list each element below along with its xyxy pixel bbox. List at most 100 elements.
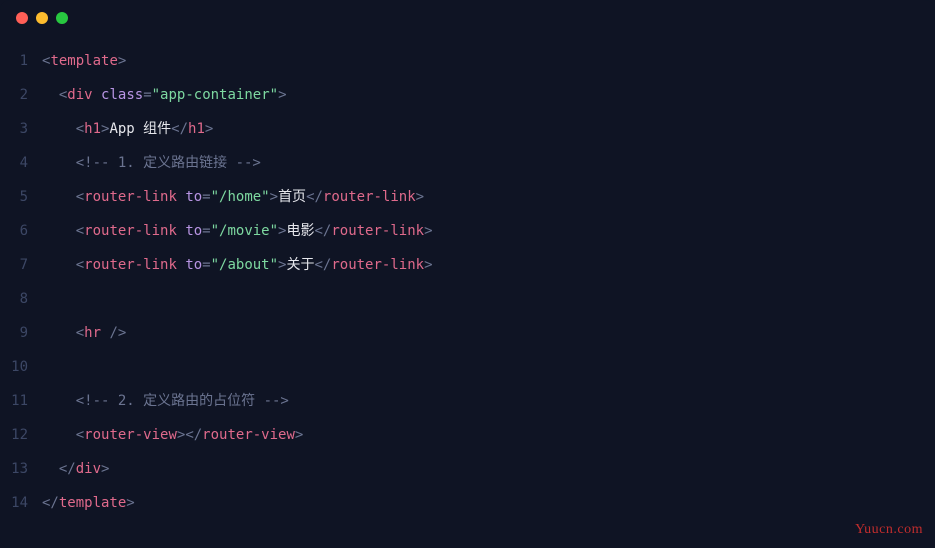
code-token: = bbox=[202, 223, 210, 239]
code-token: 首页 bbox=[278, 189, 306, 205]
code-line[interactable]: 3 <h1>App 组件</h1> bbox=[0, 112, 935, 146]
code-token: hr bbox=[84, 325, 101, 341]
code-token: template bbox=[50, 53, 117, 69]
line-number: 7 bbox=[0, 248, 42, 282]
code-line[interactable]: 14</template> bbox=[0, 486, 935, 520]
code-line[interactable]: 13 </div> bbox=[0, 452, 935, 486]
line-content[interactable]: <router-link to="/movie">电影</router-link… bbox=[42, 214, 935, 248]
code-token: </ bbox=[314, 223, 331, 239]
code-token: = bbox=[143, 87, 151, 103]
code-token: class bbox=[101, 87, 143, 103]
code-token: > bbox=[424, 257, 432, 273]
watermark-label: Yuucn.com bbox=[855, 522, 923, 538]
code-line[interactable]: 10 bbox=[0, 350, 935, 384]
line-number: 9 bbox=[0, 316, 42, 350]
code-token: to bbox=[185, 189, 202, 205]
code-token: > bbox=[126, 495, 134, 511]
code-token: h1 bbox=[84, 121, 101, 137]
code-token: "/movie" bbox=[211, 223, 278, 239]
line-number: 8 bbox=[0, 282, 42, 316]
code-token: </ bbox=[306, 189, 323, 205]
code-token: < bbox=[76, 121, 84, 137]
code-token: < bbox=[76, 189, 84, 205]
line-number: 6 bbox=[0, 214, 42, 248]
code-token: > bbox=[101, 461, 109, 477]
line-content[interactable]: <!-- 2. 定义路由的占位符 --> bbox=[42, 384, 935, 418]
code-token: </ bbox=[42, 495, 59, 511]
line-content[interactable]: </div> bbox=[42, 452, 935, 486]
code-token: router-link bbox=[84, 257, 177, 273]
code-line[interactable]: 9 <hr /> bbox=[0, 316, 935, 350]
code-token: = bbox=[202, 257, 210, 273]
code-token: > bbox=[424, 223, 432, 239]
code-token: > bbox=[118, 53, 126, 69]
code-token: "app-container" bbox=[152, 87, 278, 103]
code-token: < bbox=[76, 427, 84, 443]
code-line[interactable]: 1<template> bbox=[0, 44, 935, 78]
line-number: 10 bbox=[0, 350, 42, 384]
code-line[interactable]: 6 <router-link to="/movie">电影</router-li… bbox=[0, 214, 935, 248]
code-line[interactable]: 2 <div class="app-container"> bbox=[0, 78, 935, 112]
window-close-icon[interactable] bbox=[16, 12, 28, 24]
code-line[interactable]: 7 <router-link to="/about">关于</router-li… bbox=[0, 248, 935, 282]
code-token: div bbox=[67, 87, 92, 103]
code-token: router-view bbox=[202, 427, 295, 443]
code-line[interactable]: 5 <router-link to="/home">首页</router-lin… bbox=[0, 180, 935, 214]
code-area[interactable]: 1<template>2 <div class="app-container">… bbox=[0, 36, 935, 520]
code-token: router-link bbox=[323, 189, 416, 205]
code-token: to bbox=[185, 223, 202, 239]
line-number: 4 bbox=[0, 146, 42, 180]
code-token: <!-- 1. 定义路由链接 --> bbox=[76, 155, 261, 171]
code-token: router-link bbox=[331, 257, 424, 273]
code-token: < bbox=[76, 257, 84, 273]
code-token: /> bbox=[101, 325, 126, 341]
line-content[interactable]: <router-link to="/about">关于</router-link… bbox=[42, 248, 935, 282]
code-token: "/home" bbox=[211, 189, 270, 205]
line-number: 12 bbox=[0, 418, 42, 452]
line-number: 13 bbox=[0, 452, 42, 486]
line-number: 3 bbox=[0, 112, 42, 146]
window-title-bar bbox=[0, 0, 935, 36]
code-token bbox=[93, 87, 101, 103]
editor-window: 1<template>2 <div class="app-container">… bbox=[0, 0, 935, 548]
code-token: router-link bbox=[84, 189, 177, 205]
code-token: < bbox=[76, 325, 84, 341]
line-content[interactable]: <!-- 1. 定义路由链接 --> bbox=[42, 146, 935, 180]
window-minimize-icon[interactable] bbox=[36, 12, 48, 24]
code-token: </ bbox=[185, 427, 202, 443]
code-line[interactable]: 4 <!-- 1. 定义路由链接 --> bbox=[0, 146, 935, 180]
code-token: to bbox=[185, 257, 202, 273]
line-number: 1 bbox=[0, 44, 42, 78]
code-token: </ bbox=[59, 461, 76, 477]
code-token: > bbox=[278, 87, 286, 103]
code-token: 关于 bbox=[286, 257, 314, 273]
code-token: router-link bbox=[84, 223, 177, 239]
code-token: < bbox=[76, 223, 84, 239]
line-content[interactable]: <router-link to="/home">首页</router-link> bbox=[42, 180, 935, 214]
line-content[interactable]: <hr /> bbox=[42, 316, 935, 350]
window-maximize-icon[interactable] bbox=[56, 12, 68, 24]
code-token: > bbox=[416, 189, 424, 205]
code-token: App 组件 bbox=[109, 121, 171, 137]
line-content[interactable]: <h1>App 组件</h1> bbox=[42, 112, 935, 146]
code-line[interactable]: 8 bbox=[0, 282, 935, 316]
code-line[interactable]: 12 <router-view></router-view> bbox=[0, 418, 935, 452]
code-token: div bbox=[76, 461, 101, 477]
code-line[interactable]: 11 <!-- 2. 定义路由的占位符 --> bbox=[0, 384, 935, 418]
code-token: > bbox=[295, 427, 303, 443]
line-content[interactable]: </template> bbox=[42, 486, 935, 520]
line-content[interactable]: <div class="app-container"> bbox=[42, 78, 935, 112]
line-content[interactable]: <template> bbox=[42, 44, 935, 78]
code-token: </ bbox=[314, 257, 331, 273]
code-token: 电影 bbox=[286, 223, 314, 239]
code-token: router-link bbox=[331, 223, 424, 239]
line-number: 11 bbox=[0, 384, 42, 418]
line-content[interactable]: <router-view></router-view> bbox=[42, 418, 935, 452]
code-token: </ bbox=[171, 121, 188, 137]
code-token: = bbox=[202, 189, 210, 205]
code-token: <!-- 2. 定义路由的占位符 --> bbox=[76, 393, 289, 409]
line-number: 2 bbox=[0, 78, 42, 112]
code-token: h1 bbox=[188, 121, 205, 137]
code-token: > bbox=[205, 121, 213, 137]
code-token: > bbox=[270, 189, 278, 205]
